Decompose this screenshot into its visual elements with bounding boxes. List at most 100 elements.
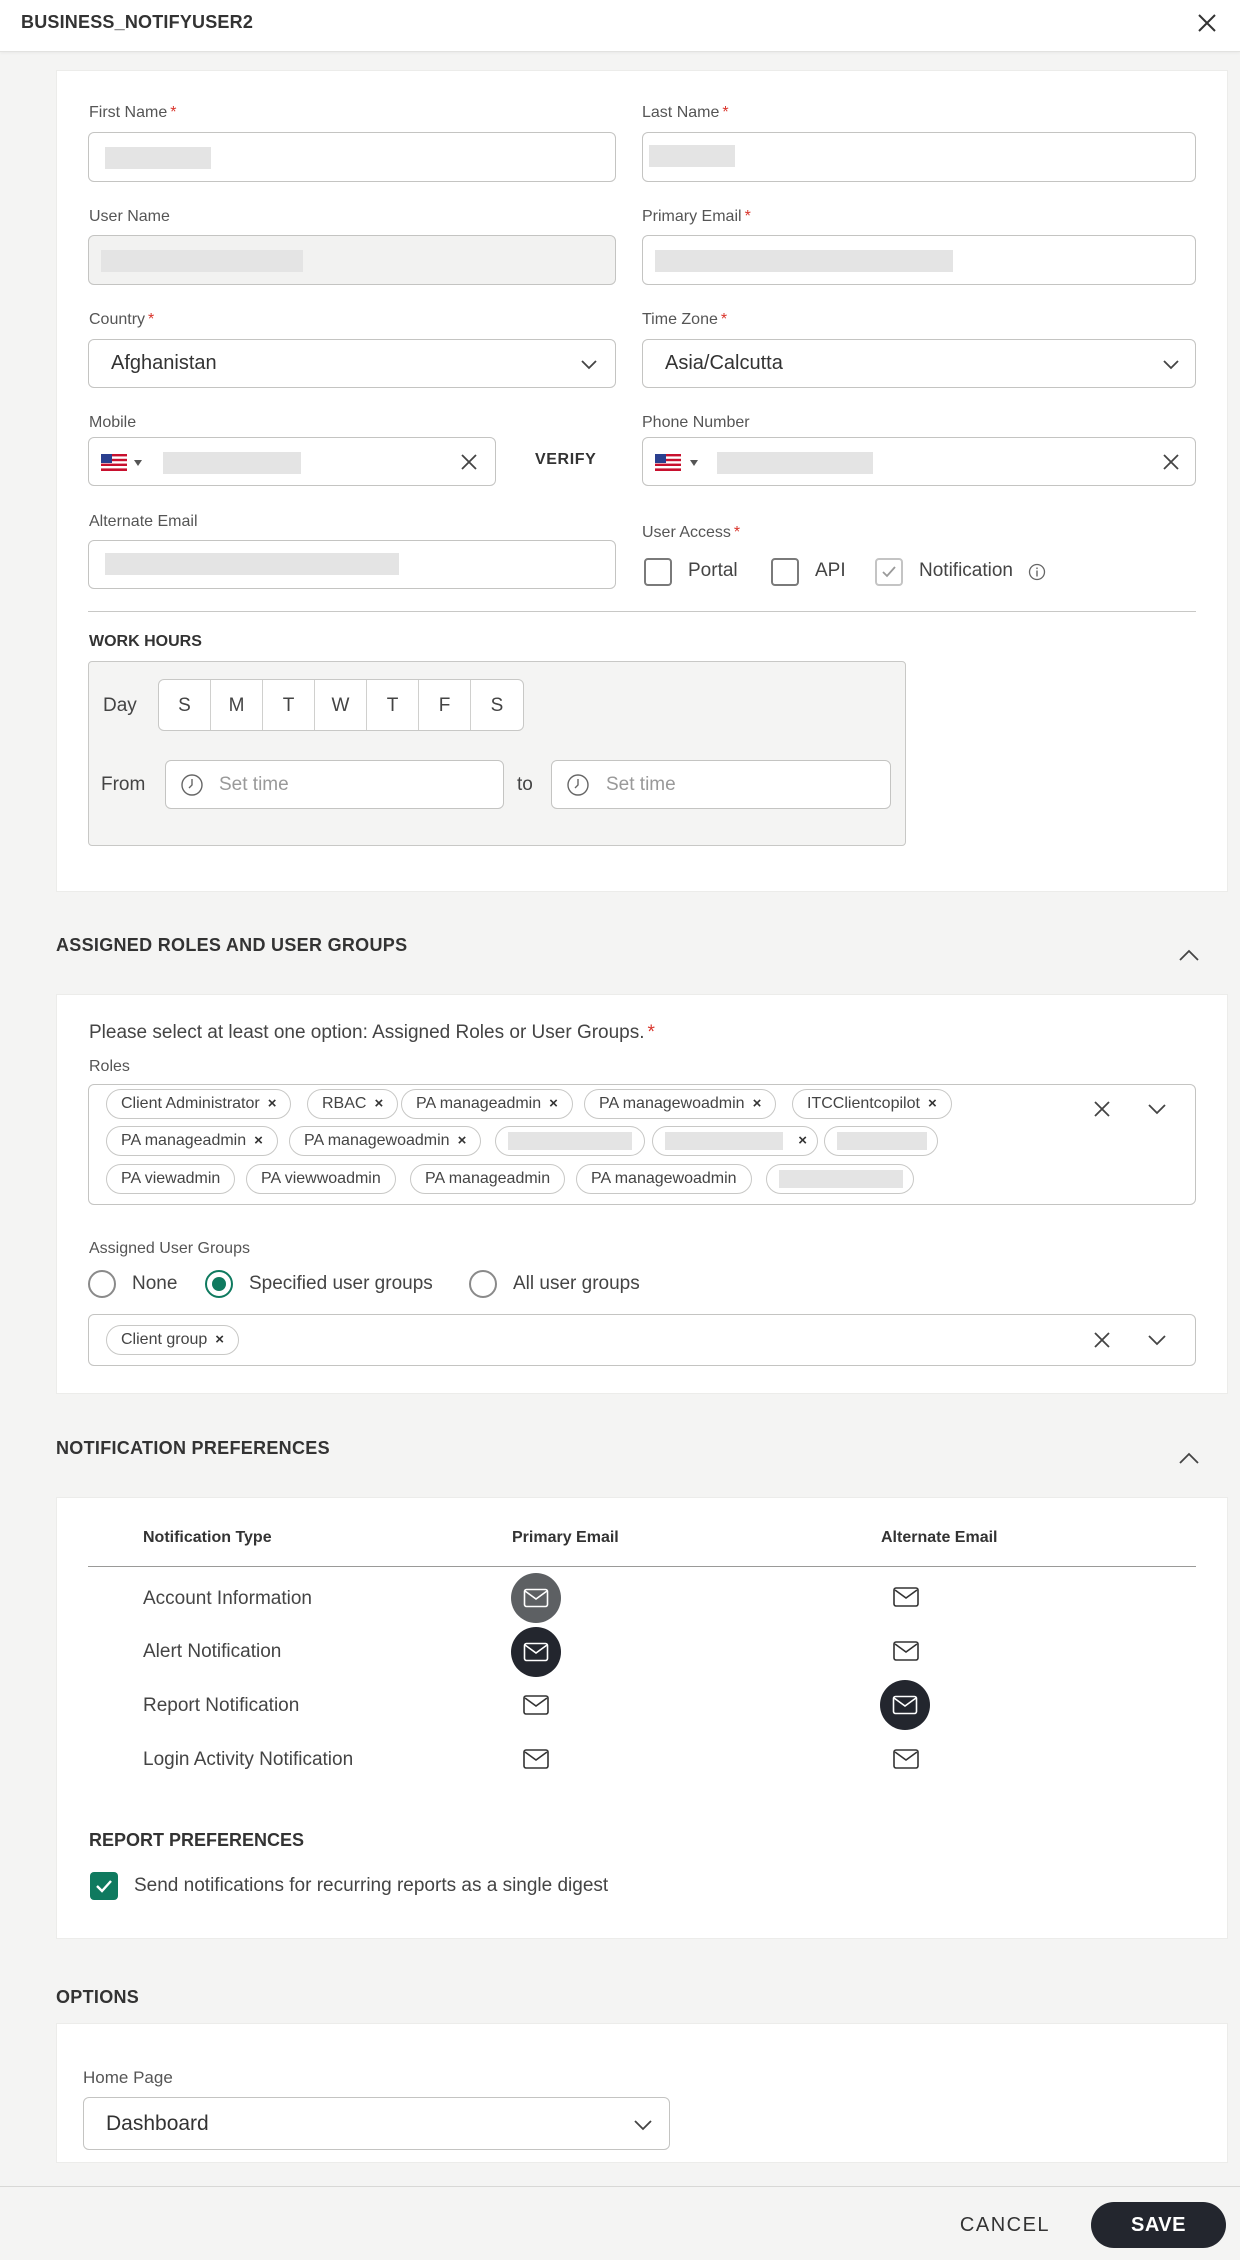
roles-multiselect[interactable]: Client Administrator × RBAC × PA manageadm… — [88, 1084, 1196, 1205]
primary-email-input[interactable] — [642, 235, 1196, 285]
info-icon[interactable] — [1028, 563, 1046, 581]
notification-label: Notification — [919, 560, 1013, 581]
day-tuesday[interactable]: T — [263, 680, 315, 730]
col-alternate-email: Alternate Email — [881, 1529, 998, 1546]
day-thursday[interactable]: T — [367, 680, 419, 730]
first-name-label: First Name * — [89, 104, 177, 121]
primary-email-toggle[interactable] — [522, 1694, 550, 1716]
to-time-placeholder: Set time — [606, 774, 676, 795]
radio-none-label: None — [132, 1273, 178, 1294]
user-name-input — [88, 235, 616, 285]
remove-chip-icon[interactable]: × — [254, 1132, 263, 1149]
remove-chip-icon[interactable]: × — [215, 1331, 224, 1348]
close-icon[interactable] — [1194, 10, 1220, 36]
country-select[interactable]: Afghanistan — [88, 339, 616, 388]
role-chip: Client Administrator × — [106, 1089, 292, 1119]
alt-email-label: Alternate Email — [89, 513, 198, 530]
day-sunday[interactable]: S — [159, 680, 211, 730]
save-button[interactable]: SAVE — [1091, 2202, 1226, 2248]
day-monday[interactable]: M — [211, 680, 263, 730]
table-row-type: Report Notification — [143, 1695, 300, 1716]
api-checkbox[interactable] — [771, 558, 799, 586]
roles-instruction: Please select at least one option: Assig… — [89, 1022, 655, 1043]
role-chip-redacted — [766, 1164, 914, 1194]
clear-all-icon[interactable] — [1092, 1330, 1112, 1350]
caret-down-icon — [690, 460, 698, 466]
remove-chip-icon[interactable]: × — [268, 1095, 277, 1112]
clock-icon — [567, 774, 589, 796]
work-hours-title: WORK HOURS — [89, 633, 202, 650]
first-name-input[interactable] — [88, 132, 616, 182]
role-chip: ITCClientcopilot × — [792, 1089, 952, 1119]
home-page-select[interactable]: Dashboard — [83, 2097, 670, 2150]
mobile-input[interactable] — [88, 437, 496, 486]
chevron-down-icon[interactable] — [1146, 1101, 1168, 1117]
user-name-label: User Name — [89, 208, 170, 225]
chevron-up-icon[interactable] — [1178, 1451, 1200, 1465]
remove-chip-icon[interactable]: × — [753, 1095, 762, 1112]
last-name-input[interactable] — [642, 132, 1196, 182]
day-friday[interactable]: F — [419, 680, 471, 730]
country-label: Country * — [89, 311, 155, 328]
day-picker: S M T W T F S — [158, 679, 524, 731]
remove-chip-icon[interactable]: × — [549, 1095, 558, 1112]
clear-all-icon[interactable] — [1092, 1099, 1112, 1119]
redacted-value — [649, 145, 735, 167]
caret-down-icon — [134, 460, 142, 466]
country-value: Afghanistan — [111, 352, 217, 374]
envelope-icon — [523, 1642, 549, 1662]
notification-checkbox[interactable] — [875, 558, 903, 586]
clear-icon[interactable] — [1161, 452, 1181, 472]
alt-email-input[interactable] — [88, 540, 616, 589]
primary-email-toggle[interactable] — [511, 1627, 561, 1677]
alternate-email-toggle[interactable] — [892, 1640, 920, 1662]
timezone-value: Asia/Calcutta — [665, 352, 783, 374]
home-page-value: Dashboard — [106, 2112, 209, 2135]
digest-label: Send notifications for recurring reports… — [134, 1875, 609, 1896]
portal-label: Portal — [688, 560, 738, 581]
role-chip: PA viewadmin — [106, 1164, 236, 1194]
primary-email-toggle[interactable] — [511, 1573, 561, 1623]
user-groups-multiselect[interactable]: Client group × — [88, 1314, 1196, 1366]
report-prefs-title: REPORT PREFERENCES — [89, 1830, 305, 1850]
alternate-email-toggle[interactable] — [880, 1680, 930, 1730]
redacted-value — [105, 553, 399, 575]
radio-all-groups[interactable] — [469, 1270, 497, 1298]
timezone-select[interactable]: Asia/Calcutta — [642, 339, 1196, 388]
day-saturday[interactable]: S — [471, 680, 523, 730]
to-time-input[interactable]: Set time — [551, 760, 891, 809]
chevron-down-icon[interactable] — [1146, 1332, 1168, 1348]
to-label: to — [517, 774, 533, 795]
role-chip: PA managewoadmin × — [289, 1126, 482, 1156]
verify-button[interactable]: VERIFY — [535, 451, 596, 469]
role-chip-redacted: × — [652, 1126, 818, 1156]
remove-chip-icon[interactable]: × — [374, 1095, 383, 1112]
role-chip-redacted — [824, 1126, 938, 1156]
cancel-button[interactable]: CANCEL — [950, 2202, 1060, 2248]
remove-chip-icon[interactable]: × — [798, 1127, 807, 1155]
us-flag-icon[interactable] — [101, 454, 127, 471]
primary-email-label: Primary Email * — [642, 208, 751, 225]
radio-specified-groups[interactable] — [205, 1270, 233, 1298]
phone-input[interactable] — [642, 437, 1196, 486]
us-flag-icon[interactable] — [655, 454, 681, 471]
day-wednesday[interactable]: W — [315, 680, 367, 730]
radio-none[interactable] — [88, 1270, 116, 1298]
primary-email-toggle[interactable] — [522, 1748, 550, 1770]
envelope-icon — [892, 1695, 918, 1715]
alternate-email-toggle[interactable] — [892, 1586, 920, 1608]
dialog-title: BUSINESS_NOTIFYUSER2 — [21, 12, 254, 32]
role-chip: RBAC × — [307, 1089, 399, 1119]
digest-checkbox[interactable] — [90, 1872, 118, 1900]
remove-chip-icon[interactable]: × — [458, 1132, 467, 1149]
clear-icon[interactable] — [459, 452, 479, 472]
group-chip: Client group × — [106, 1325, 240, 1355]
portal-checkbox[interactable] — [644, 558, 672, 586]
chevron-up-icon[interactable] — [1178, 948, 1200, 962]
radio-all-label: All user groups — [513, 1273, 640, 1294]
from-time-input[interactable]: Set time — [165, 760, 504, 809]
check-icon — [882, 566, 896, 578]
alternate-email-toggle[interactable] — [892, 1748, 920, 1770]
redacted-value — [163, 452, 301, 474]
remove-chip-icon[interactable]: × — [928, 1095, 937, 1112]
